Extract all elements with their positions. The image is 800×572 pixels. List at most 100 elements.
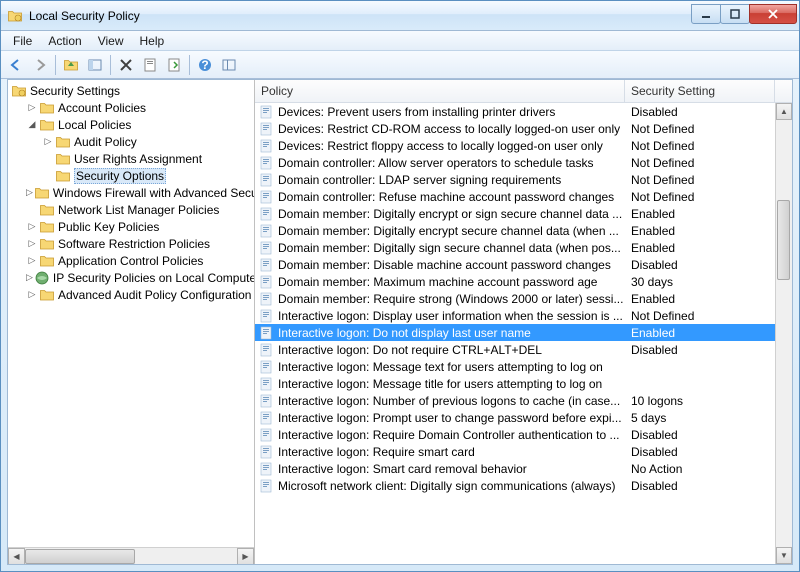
tree-item[interactable]: ▷Windows Firewall with Advanced Secu <box>8 184 254 201</box>
tree-item[interactable]: ▷IP Security Policies on Local Compute <box>8 269 254 286</box>
policy-row[interactable]: Interactive logon: Require smart cardDis… <box>255 443 792 460</box>
policy-setting: Enabled <box>627 326 792 340</box>
policy-icon <box>259 189 275 205</box>
titlebar[interactable]: Local Security Policy <box>1 1 799 31</box>
list-body[interactable]: Devices: Prevent users from installing p… <box>255 103 792 564</box>
svg-text:?: ? <box>201 58 208 72</box>
show-hide-tree-button[interactable] <box>84 54 106 76</box>
policy-row[interactable]: Domain controller: Allow server operator… <box>255 154 792 171</box>
column-header-policy[interactable]: Policy <box>255 80 625 102</box>
expander-icon[interactable]: ▷ <box>26 289 38 301</box>
tree-item[interactable]: Network List Manager Policies <box>8 201 254 218</box>
policy-row[interactable]: Domain controller: Refuse machine accoun… <box>255 188 792 205</box>
tree-item[interactable]: User Rights Assignment <box>8 150 254 167</box>
expander-icon[interactable] <box>42 170 54 182</box>
menu-action[interactable]: Action <box>40 32 89 50</box>
tree-item[interactable]: ▷Audit Policy <box>8 133 254 150</box>
minimize-button[interactable] <box>691 4 721 24</box>
policy-row[interactable]: Interactive logon: Smart card removal be… <box>255 460 792 477</box>
scroll-down-button[interactable]: ▼ <box>776 547 792 564</box>
tree-item[interactable]: ▷Application Control Policies <box>8 252 254 269</box>
scroll-track[interactable] <box>25 548 237 565</box>
policy-row[interactable]: Interactive logon: Message title for use… <box>255 375 792 392</box>
policy-name: Interactive logon: Prompt user to change… <box>278 411 627 425</box>
policy-name: Domain member: Disable machine account p… <box>278 258 627 272</box>
policy-row[interactable]: Domain member: Disable machine account p… <box>255 256 792 273</box>
policy-name: Interactive logon: Require smart card <box>278 445 627 459</box>
toolbar-separator <box>55 55 56 75</box>
scroll-left-button[interactable]: ◀ <box>8 548 25 565</box>
tree-item[interactable]: ▷ Public Key Policies <box>8 218 254 235</box>
policy-row[interactable]: Interactive logon: Number of previous lo… <box>255 392 792 409</box>
scroll-thumb[interactable] <box>777 200 790 280</box>
policy-row[interactable]: Domain controller: LDAP server signing r… <box>255 171 792 188</box>
up-button[interactable] <box>60 54 82 76</box>
folder-icon <box>39 100 55 116</box>
help-button[interactable]: ? <box>194 54 216 76</box>
expander-icon[interactable]: ▷ <box>26 221 38 233</box>
scroll-thumb[interactable] <box>25 549 135 564</box>
menu-view[interactable]: View <box>90 32 132 50</box>
expander-icon[interactable]: ◢ <box>26 119 38 131</box>
policy-icon <box>259 206 275 222</box>
expander-icon[interactable]: ▷ <box>26 238 38 250</box>
list-vscrollbar[interactable]: ▲ ▼ <box>775 103 792 564</box>
expander-icon[interactable]: ▷ <box>42 136 54 148</box>
delete-button[interactable] <box>115 54 137 76</box>
tree-root[interactable]: Security Settings <box>8 82 254 99</box>
tree-item[interactable]: Security Options <box>8 167 254 184</box>
policy-row[interactable]: Domain member: Digitally encrypt secure … <box>255 222 792 239</box>
policy-row[interactable]: Interactive logon: Prompt user to change… <box>255 409 792 426</box>
policy-row[interactable]: Domain member: Digitally sign secure cha… <box>255 239 792 256</box>
policy-icon <box>259 325 275 341</box>
expander-icon[interactable]: ▷ <box>26 102 38 114</box>
policy-name: Devices: Restrict CD-ROM access to local… <box>278 122 627 136</box>
close-button[interactable] <box>749 4 797 24</box>
policy-row[interactable]: Domain member: Digitally encrypt or sign… <box>255 205 792 222</box>
scroll-right-button[interactable]: ▶ <box>237 548 254 565</box>
properties-button[interactable] <box>139 54 161 76</box>
back-button[interactable] <box>5 54 27 76</box>
policy-row[interactable]: Interactive logon: Message text for user… <box>255 358 792 375</box>
forward-button[interactable] <box>29 54 51 76</box>
policy-row[interactable]: Domain member: Require strong (Windows 2… <box>255 290 792 307</box>
expander-icon[interactable] <box>26 204 38 216</box>
tree-item[interactable]: ◢Local Policies <box>8 116 254 133</box>
menu-help[interactable]: Help <box>132 32 173 50</box>
tree-item[interactable]: ▷Advanced Audit Policy Configuration <box>8 286 254 303</box>
policy-name: Interactive logon: Display user informat… <box>278 309 627 323</box>
policy-row[interactable]: Domain member: Maximum machine account p… <box>255 273 792 290</box>
column-header-setting[interactable]: Security Setting <box>625 80 775 102</box>
folder-icon <box>34 185 50 201</box>
tree-hscrollbar[interactable]: ◀ ▶ <box>8 547 254 564</box>
policy-icon <box>259 291 275 307</box>
policy-icon <box>259 461 275 477</box>
expander-icon[interactable]: ▷ <box>26 255 38 267</box>
maximize-button[interactable] <box>720 4 750 24</box>
refresh-button[interactable] <box>218 54 240 76</box>
policy-row[interactable]: Interactive logon: Do not require CTRL+A… <box>255 341 792 358</box>
export-button[interactable] <box>163 54 185 76</box>
policy-row[interactable]: Interactive logon: Display user informat… <box>255 307 792 324</box>
policy-name: Interactive logon: Require Domain Contro… <box>278 428 627 442</box>
tree-item[interactable]: ▷Software Restriction Policies <box>8 235 254 252</box>
policy-row[interactable]: Interactive logon: Require Domain Contro… <box>255 426 792 443</box>
expander-icon[interactable]: ▷ <box>26 187 33 199</box>
toolbar: ? <box>1 51 799 79</box>
folder-icon <box>39 117 55 133</box>
tree-label: Public Key Policies <box>58 220 159 234</box>
policy-row[interactable]: Devices: Restrict floppy access to local… <box>255 137 792 154</box>
policy-row[interactable]: Interactive logon: Do not display last u… <box>255 324 792 341</box>
policy-row[interactable]: Devices: Prevent users from installing p… <box>255 103 792 120</box>
tree-item[interactable]: ▷ Account Policies <box>8 99 254 116</box>
expander-icon[interactable]: ▷ <box>26 272 33 284</box>
policy-icon <box>259 172 275 188</box>
scroll-track[interactable] <box>776 120 792 547</box>
policy-row[interactable]: Microsoft network client: Digitally sign… <box>255 477 792 494</box>
tree-body[interactable]: Security Settings ▷ Account Policies◢Local… <box>8 80 254 547</box>
menu-file[interactable]: File <box>5 32 40 50</box>
expander-icon[interactable] <box>42 153 54 165</box>
tree-label: Account Policies <box>58 101 146 115</box>
policy-row[interactable]: Devices: Restrict CD-ROM access to local… <box>255 120 792 137</box>
scroll-up-button[interactable]: ▲ <box>776 103 792 120</box>
